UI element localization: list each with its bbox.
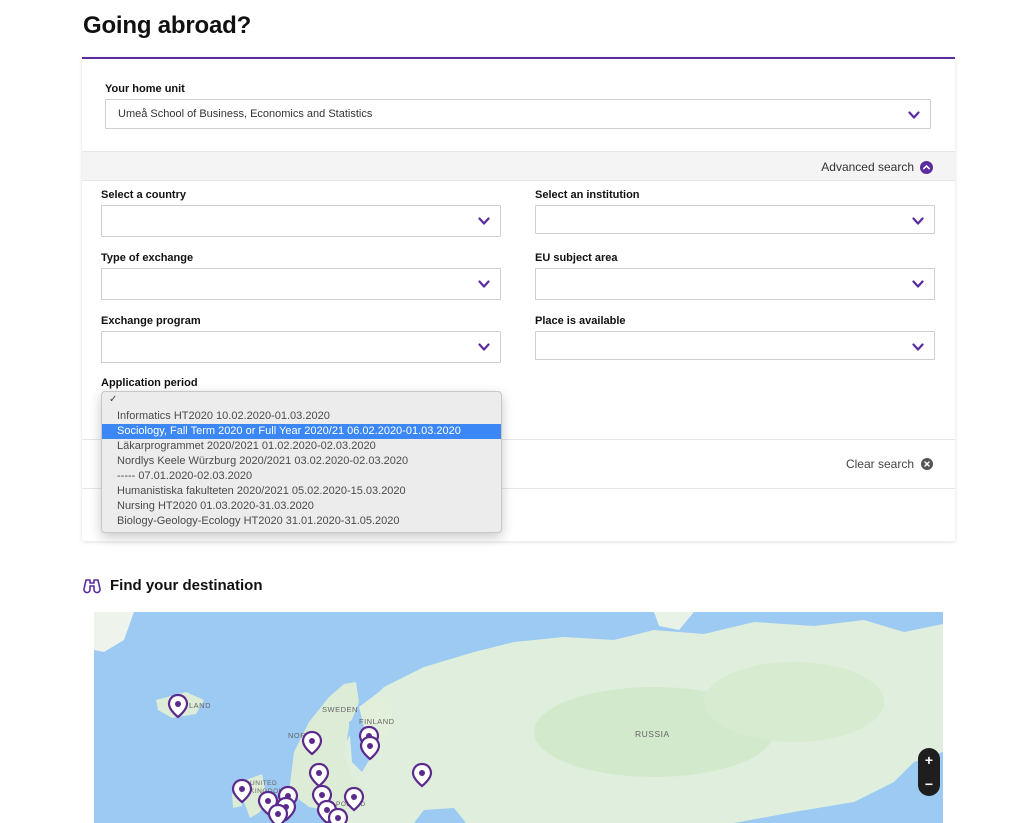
institution-select[interactable] [535,205,935,234]
country-label: Select a country [101,189,186,201]
eu-subject-label: EU subject area [535,252,618,264]
advanced-search-bar: Advanced search [82,151,955,181]
zoom-in-button[interactable]: + [918,748,940,772]
chevron-down-icon [912,217,924,225]
destination-map[interactable]: LAND SWEDEN FINLAND NOR RUSSIA UNITED KI… [94,612,943,823]
eu-subject-select[interactable] [535,268,935,300]
check-icon: ✓ [109,394,118,405]
chevron-down-icon [912,343,924,351]
application-period-dropdown[interactable]: ✓ Informatics HT2020 10.02.2020-01.03.20… [101,391,502,533]
exchange-program-label: Exchange program [101,315,201,327]
dropdown-option[interactable]: Nursing HT2020 01.03.2020-31.03.2020 [102,499,501,514]
chevron-up-circle-icon [920,160,933,174]
home-unit-label: Your home unit [105,83,185,95]
chevron-down-icon [908,111,920,119]
dropdown-option[interactable]: Informatics HT2020 10.02.2020-01.03.2020 [102,409,501,424]
map-zoom-control: + − [918,748,940,796]
dropdown-option[interactable]: Humanistiska fakulteten 2020/2021 05.02.… [102,484,501,499]
dropdown-option[interactable]: Biology-Geology-Ecology HT2020 31.01.202… [102,514,501,529]
dropdown-option[interactable]: ----- 07.01.2020-02.03.2020 [102,469,501,484]
dropdown-option[interactable]: Läkarprogrammet 2020/2021 01.02.2020-02.… [102,439,501,454]
map-label-finland: FINLAND [359,717,395,726]
find-destination-heading: Find your destination [83,577,263,594]
map-canvas[interactable] [94,612,943,823]
map-label-russia: RUSSIA [635,729,670,739]
dropdown-option-selected[interactable]: Sociology, Fall Term 2020 or Full Year 2… [102,424,501,439]
zoom-out-button[interactable]: − [918,772,940,796]
institution-label: Select an institution [535,189,640,201]
exchange-type-select[interactable] [101,268,501,300]
chevron-down-icon [478,343,490,351]
map-label-norway: NOR [288,731,307,740]
map-label-poland: POLAND [336,801,366,808]
map-label-uk: UNITED KINGDOM [250,780,285,795]
advanced-search-label: Advanced search [821,160,914,174]
clear-search-button[interactable]: Clear search [846,457,933,471]
exchange-program-select[interactable] [101,331,501,363]
find-destination-label: Find your destination [110,577,263,594]
home-unit-value: Umeå School of Business, Economics and S… [118,108,373,120]
place-available-select[interactable] [535,331,935,360]
binoculars-icon [83,578,101,593]
chevron-down-icon [478,280,490,288]
place-available-label: Place is available [535,315,626,327]
application-period-label: Application period [101,377,198,389]
country-select[interactable] [101,205,501,237]
exchange-type-label: Type of exchange [101,252,194,264]
chevron-down-icon [478,217,490,225]
advanced-search-toggle[interactable]: Advanced search [821,160,933,174]
chevron-down-icon [912,280,924,288]
clear-search-label: Clear search [845,457,914,471]
map-label-iceland: LAND [189,701,212,710]
page-title: Going abroad? [83,12,252,39]
dropdown-option[interactable]: Nordlys Keele Würzburg 2020/2021 03.02.2… [102,454,501,469]
close-circle-icon [921,458,933,470]
home-unit-select[interactable]: Umeå School of Business, Economics and S… [105,99,931,129]
map-label-sweden: SWEDEN [322,705,358,714]
